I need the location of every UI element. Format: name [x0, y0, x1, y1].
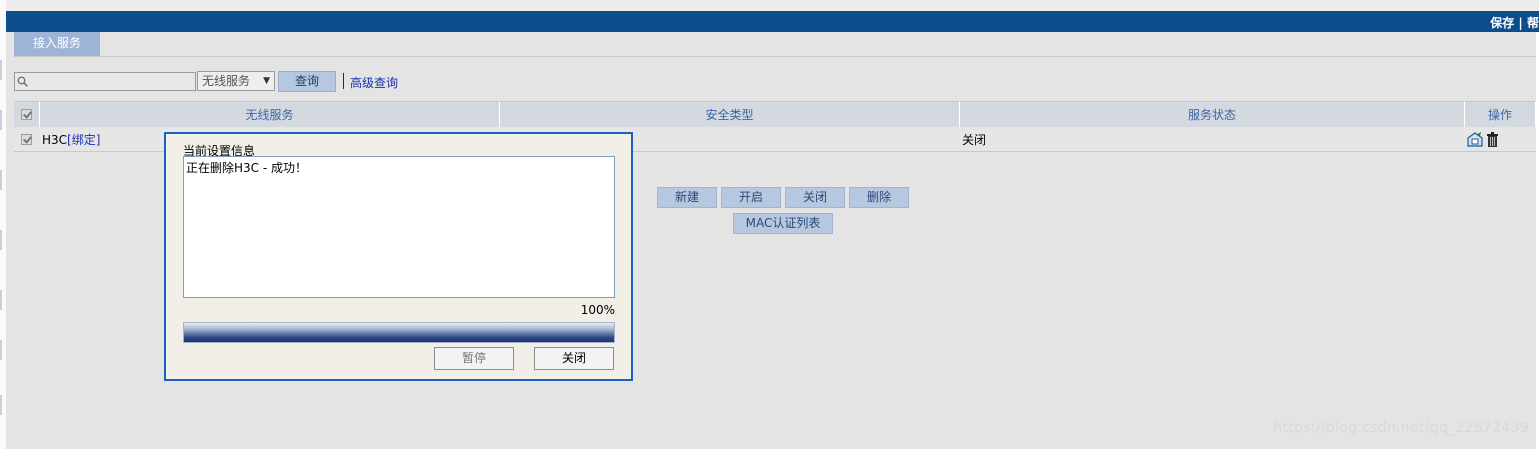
filter-select[interactable]: 无线服务 ▼: [197, 71, 275, 91]
info-message: 正在删除H3C - 成功！: [186, 161, 307, 175]
header-select-all-cell: [14, 101, 40, 127]
watermark: https://blog.csdn.net/qq_22572439: [1273, 420, 1529, 436]
nav-marker: [0, 110, 2, 130]
toolbar-divider: [343, 73, 344, 89]
service-name: H3C: [42, 133, 68, 147]
delete-icon[interactable]: [1487, 132, 1498, 147]
close-dialog-button[interactable]: 关闭: [534, 347, 614, 370]
edit-icon[interactable]: [1467, 132, 1483, 147]
search-icon: [17, 76, 28, 87]
row-operations: [1467, 132, 1498, 147]
top-gap: [0, 0, 1539, 11]
progress-fill: [184, 323, 614, 342]
column-header-operations: 操作: [1465, 101, 1536, 127]
service-status-cell: 关闭: [962, 133, 987, 147]
select-all-checkbox[interactable]: [21, 109, 32, 120]
disable-button[interactable]: 关闭: [785, 187, 845, 208]
top-bar: 保存 | 帮: [0, 11, 1539, 32]
tab-divider: [14, 56, 1536, 57]
new-button[interactable]: 新建: [657, 187, 717, 208]
header-links[interactable]: 保存 | 帮: [1490, 14, 1539, 31]
query-button[interactable]: 查询: [278, 71, 336, 92]
progress-percent: 100%: [580, 303, 615, 317]
column-header-security-type[interactable]: 安全类型: [500, 101, 960, 127]
row-checkbox[interactable]: [21, 134, 32, 145]
pause-button[interactable]: 暂停: [434, 347, 514, 370]
filter-select-value: 无线服务: [202, 74, 251, 88]
advanced-query-link[interactable]: 高级查询: [350, 74, 398, 91]
nav-marker: [0, 230, 2, 250]
delete-button[interactable]: 删除: [849, 187, 909, 208]
nav-marker: [0, 395, 2, 415]
column-header-wireless-service[interactable]: 无线服务: [40, 101, 500, 127]
service-name-cell: H3C[绑定]: [42, 128, 100, 152]
nav-marker: [0, 60, 2, 80]
left-nav-strip: [0, 0, 6, 449]
bind-link[interactable]: [绑定]: [67, 133, 100, 147]
chevron-down-icon: ▼: [263, 76, 270, 86]
search-input[interactable]: [14, 72, 196, 91]
column-header-service-status[interactable]: 服务状态: [960, 101, 1465, 127]
info-textarea[interactable]: 正在删除H3C - 成功！: [183, 156, 615, 298]
nav-marker: [0, 290, 2, 310]
mac-auth-list-button[interactable]: MAC认证列表: [733, 213, 833, 234]
progress-bar: [183, 322, 615, 343]
enable-button[interactable]: 开启: [721, 187, 781, 208]
settings-progress-dialog: 当前设置信息 正在删除H3C - 成功！ 100% 暂停 关闭: [164, 132, 633, 381]
nav-marker: [0, 170, 2, 190]
tab-access-service[interactable]: 接入服务: [14, 32, 100, 56]
nav-marker: [0, 340, 2, 360]
